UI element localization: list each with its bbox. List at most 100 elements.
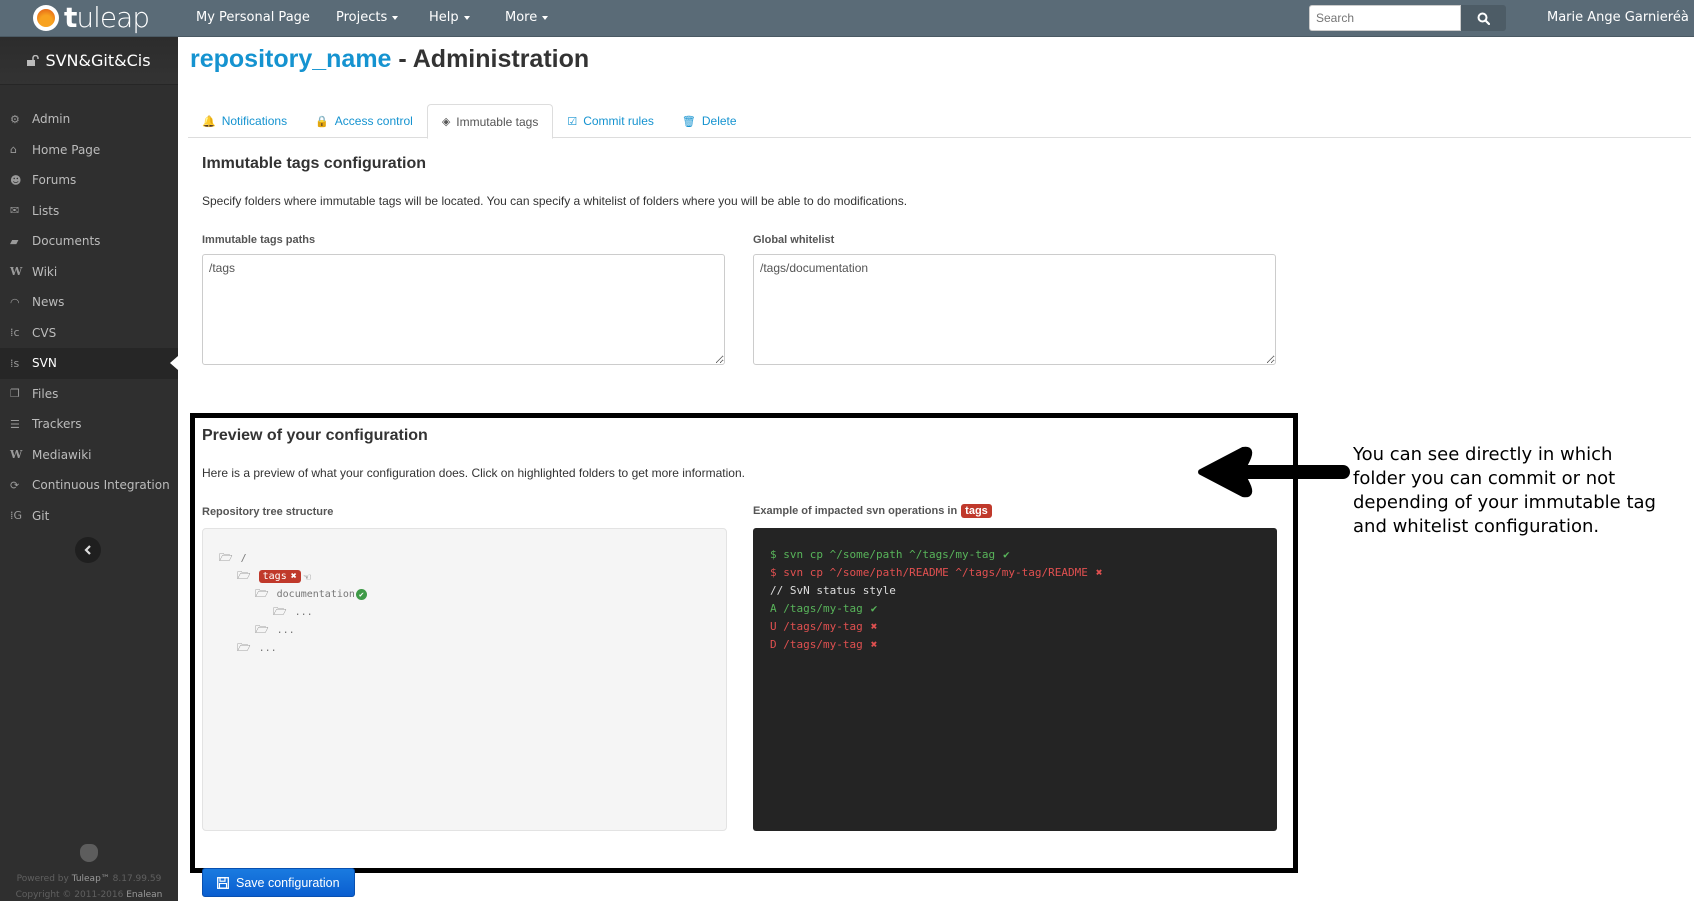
- cogs-icon: ⚙: [10, 112, 20, 126]
- sidebar-item-label: Files: [32, 386, 59, 401]
- nav-my-personal-page[interactable]: My Personal Page: [196, 0, 310, 36]
- times-icon: ✖: [870, 620, 878, 633]
- folder-open-icon: 🗁: [255, 623, 269, 636]
- tab-access-control[interactable]: 🔒 Access control: [301, 104, 427, 138]
- sidebar-item-continuous-integration[interactable]: ⟳ Continuous Integration: [0, 470, 178, 501]
- sidebar-item-documents[interactable]: ▰ Documents: [0, 226, 178, 257]
- folder-open-icon: 🗁: [237, 569, 251, 582]
- tuleap-logo-icon: [33, 5, 59, 31]
- unlock-icon: [27, 55, 40, 66]
- tree-node: 🗁 documentation ✔: [255, 585, 367, 604]
- envelope-icon: ✉: [10, 204, 20, 218]
- tags-badge: tags: [961, 504, 992, 518]
- check-square-icon: ☑: [567, 115, 578, 128]
- sidebar-item-lists[interactable]: ✉ Lists: [0, 196, 178, 227]
- tuleap-logo[interactable]: tuleap: [33, 3, 150, 33]
- svn-operation-line: U /tags/my-tag ✖: [770, 620, 878, 633]
- check-icon: ✔: [1003, 548, 1010, 561]
- tuleap-link[interactable]: Tuleap™: [72, 874, 110, 884]
- config-heading: Immutable tags configuration: [202, 155, 427, 172]
- tab-commit-rules[interactable]: ☑ Commit rules: [553, 104, 668, 138]
- enalean-link[interactable]: Enalean: [126, 890, 162, 900]
- files-icon: ❐: [10, 387, 20, 401]
- sidebar-item-svn[interactable]: ⁞s SVN: [0, 348, 178, 379]
- sidebar-item-git[interactable]: ⁞G Git: [0, 501, 178, 532]
- svn-operation-line: $ svn cp ^/some/path/README ^/tags/my-ta…: [770, 566, 1103, 579]
- nav-help-menu[interactable]: Help: [429, 0, 470, 36]
- sidebar-item-wiki[interactable]: W Wiki: [0, 257, 178, 288]
- refresh-icon: ⟳: [10, 478, 20, 492]
- search-input[interactable]: [1309, 5, 1461, 31]
- user-menu[interactable]: Marie Ange Garnieréà: [1547, 0, 1694, 56]
- sidebar-item-forums[interactable]: ☻ Forums: [0, 165, 178, 196]
- tab-delete[interactable]: 🗑 Delete: [668, 104, 751, 138]
- sidebar-item-label: Mediawiki: [32, 447, 92, 462]
- immutable-folder-badge[interactable]: tags ✖: [258, 570, 301, 583]
- git-icon: ⁞G: [10, 509, 23, 523]
- immutable-paths-label: Immutable tags paths: [202, 234, 316, 246]
- annotation-line: folder you can commit or not: [1353, 468, 1616, 489]
- global-whitelist-label: Global whitelist: [753, 234, 835, 246]
- cvs-icon: ⁞c: [10, 326, 20, 340]
- collapse-sidebar-button[interactable]: [75, 537, 101, 563]
- lock-icon: 🔒: [315, 115, 329, 128]
- bell-icon: 🔔: [202, 115, 216, 128]
- hand-pointer-icon: ☜: [303, 569, 311, 584]
- sidebar-item-files[interactable]: ❐ Files: [0, 379, 178, 410]
- sidebar-item-admin[interactable]: ⚙ Admin: [0, 104, 178, 135]
- save-icon: [217, 876, 229, 889]
- folder-open-icon: ▰: [10, 234, 19, 248]
- home-icon: ⌂: [10, 143, 17, 157]
- annotation-text: You can see directly in which folder you …: [1353, 443, 1693, 539]
- search-button[interactable]: [1461, 5, 1506, 31]
- caret-down-icon: [392, 15, 399, 20]
- rss-icon: ◠: [10, 295, 20, 309]
- sidebar-item-label: News: [32, 295, 65, 310]
- sidebar-item-label: Lists: [32, 203, 60, 218]
- tree-structure-label: Repository tree structure: [202, 506, 334, 518]
- sidebar-item-label: Git: [32, 508, 50, 523]
- tree-node: 🗁...: [273, 603, 313, 622]
- sidebar-item-label: Admin: [32, 112, 71, 127]
- svn-operation-line: D /tags/my-tag ✖: [770, 638, 878, 651]
- sidebar-item-home-page[interactable]: ⌂ Home Page: [0, 135, 178, 166]
- svn-icon: ⁞s: [10, 356, 20, 370]
- tree-node[interactable]: 🗁 tags ✖ ☜: [237, 567, 311, 586]
- tree-node: 🗁 /: [219, 549, 247, 568]
- global-whitelist-textarea[interactable]: [753, 254, 1276, 365]
- sidebar-item-news[interactable]: ◠ News: [0, 287, 178, 318]
- project-name-header[interactable]: SVN&Git&Cis: [0, 37, 178, 85]
- svn-operations-label: Example of impacted svn operations in ta…: [753, 504, 992, 518]
- times-icon: ✖: [870, 638, 878, 651]
- project-sidebar: SVN&Git&Cis ⚙ Admin ⌂ Home Page ☻ Forums ✉ List…: [0, 37, 178, 901]
- repository-tree: 🗁 / 🗁 tags ✖ ☜ 🗁 documentation ✔ 🗁... 🗁... 🗁...: [202, 528, 727, 831]
- admin-tabs: 🔔 Notifications 🔒 Access control ◈ Immutable …: [188, 104, 1691, 139]
- config-description: Specify folders where immutable tags wil…: [202, 194, 908, 208]
- list-icon: ☰: [10, 417, 20, 431]
- folder-open-icon: 🗁: [219, 551, 233, 564]
- svn-operation-line: // SvN status style: [770, 584, 896, 597]
- save-configuration-button[interactable]: Save configuration: [202, 868, 355, 897]
- tab-immutable-tags[interactable]: ◈ Immutable tags: [426, 104, 554, 139]
- sidebar-item-cvs[interactable]: ⁞c CVS: [0, 318, 178, 349]
- sidebar-item-label: Wiki: [32, 264, 58, 279]
- immutable-paths-textarea[interactable]: [202, 254, 725, 365]
- sidebar-item-trackers[interactable]: ☰ Trackers: [0, 409, 178, 440]
- nav-projects-menu[interactable]: Projects: [336, 0, 399, 36]
- annotation-line: depending of your immutable tag: [1353, 492, 1656, 513]
- sidebar-item-label: Trackers: [32, 417, 82, 432]
- tab-notifications[interactable]: 🔔 Notifications: [188, 104, 301, 138]
- sidebar-item-label: Home Page: [32, 142, 101, 157]
- preview-heading: Preview of your configuration: [202, 427, 428, 444]
- preview-description: Here is a preview of what your configura…: [202, 466, 745, 480]
- repository-name-link[interactable]: repository_name: [190, 45, 391, 73]
- nav-more-menu[interactable]: More: [505, 0, 549, 36]
- page-title: repository_name - Administration: [190, 45, 590, 73]
- chevron-left-icon: [84, 545, 91, 555]
- check-icon: ✔: [870, 602, 878, 615]
- times-icon: ✖: [290, 571, 297, 582]
- sidebar-item-mediawiki[interactable]: W Mediawiki: [0, 440, 178, 471]
- tags-icon: ◈: [441, 116, 451, 128]
- top-navbar: tuleap My Personal Page Projects Help Mo…: [0, 0, 1694, 56]
- annotation-arrow-icon: [1198, 446, 1350, 498]
